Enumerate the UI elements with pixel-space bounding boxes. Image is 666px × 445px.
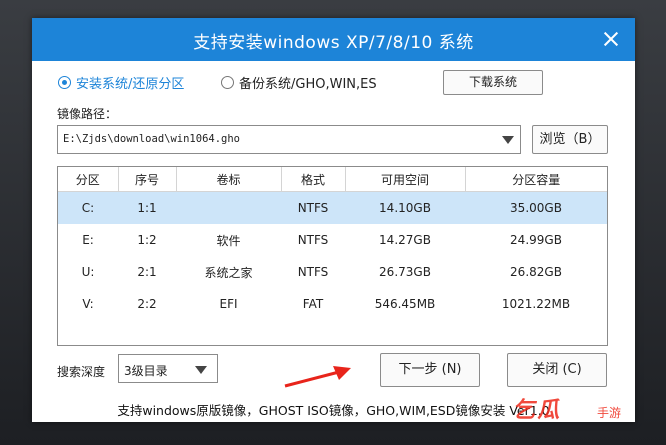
cell-drive: V: (82, 297, 94, 311)
cell-fs: NTFS (297, 233, 329, 247)
radio-backup-label: 备份系统/GHO,WIN,ES (239, 77, 377, 92)
cell-free: 546.45MB (374, 297, 436, 311)
search-depth-label: 搜索深度 (57, 365, 106, 379)
image-path-dropdown[interactable]: E:\Zjds\download\win1064.gho (57, 125, 521, 154)
column-header: 分区容量 (465, 167, 607, 192)
cell-fs: NTFS (297, 265, 329, 279)
title-bar: 支持安装windows XP/7/8/10 系统 (32, 18, 635, 61)
cell-free: 14.27GB (379, 233, 431, 247)
cell-index: 2:2 (137, 297, 157, 311)
image-path-value: E:\Zjds\download\win1064.gho (63, 133, 241, 145)
cell-label: 系统之家 (204, 265, 253, 280)
table-row[interactable]: U: 2:1 系统之家 NTFS 26.73GB 26.82GB (58, 256, 607, 288)
cell-index: 2:1 (137, 265, 157, 279)
window-close-icon[interactable] (603, 31, 619, 47)
table-header-row: 分区 序号 卷标 格式 可用空间 分区容量 (58, 167, 607, 192)
installer-window: 支持安装windows XP/7/8/10 系统 安装系统/还原分区 备份系统/… (32, 18, 635, 422)
window-title: 支持安装windows XP/7/8/10 系统 (193, 33, 474, 53)
table-row[interactable]: E: 1:2 软件 NTFS 14.27GB 24.99GB (58, 224, 607, 256)
image-path-label: 镜像路径： (57, 107, 118, 121)
cell-size: 35.00GB (465, 191, 607, 224)
column-header: 卷标 (176, 167, 282, 192)
download-system-button[interactable]: 下载系统 (443, 70, 543, 95)
radio-checked-icon (58, 76, 71, 89)
radio-install-restore[interactable]: 安装系统/还原分区 (58, 73, 184, 92)
browse-button[interactable]: 浏览（B） (532, 125, 608, 154)
partition-table[interactable]: 分区 序号 卷标 格式 可用空间 分区容量 C: 1:1 NTFS 14.10G… (57, 166, 608, 346)
column-header: 可用空间 (345, 167, 466, 192)
column-header: 序号 (118, 167, 177, 192)
cell-free: 14.10GB (345, 191, 465, 224)
cell-fs: NTFS (281, 191, 345, 224)
cell-label (176, 191, 281, 224)
table-row[interactable]: V: 2:2 EFI FAT 546.45MB 1021.22MB (58, 288, 607, 320)
chevron-down-icon (195, 366, 207, 374)
cell-drive: U: (81, 265, 95, 279)
search-depth-value: 3级目录 (124, 364, 168, 378)
cell-fs: FAT (302, 297, 324, 311)
watermark-sub: 手游 (597, 406, 622, 420)
cell-drive: E: (82, 233, 94, 247)
radio-install-label: 安装系统/还原分区 (76, 77, 185, 92)
search-depth-dropdown[interactable]: 3级目录 (118, 354, 218, 383)
watermark-logo: 乞瓜 (512, 398, 565, 423)
cell-label: EFI (219, 297, 238, 311)
radio-backup[interactable]: 备份系统/GHO,WIN,ES (221, 73, 377, 92)
column-header: 分区 (58, 167, 119, 192)
cell-drive: C: (58, 191, 118, 224)
cell-index: 1:2 (137, 233, 157, 247)
cell-label: 软件 (216, 233, 241, 248)
next-button[interactable]: 下一步 (N) (380, 353, 480, 387)
chevron-down-icon (502, 136, 514, 144)
annotation-arrow-icon (284, 366, 351, 388)
cell-size: 1021.22MB (501, 297, 571, 311)
cell-size: 26.82GB (510, 265, 562, 279)
cell-free: 26.73GB (379, 265, 431, 279)
table-row[interactable]: C: 1:1 NTFS 14.10GB 35.00GB (58, 191, 607, 224)
close-button[interactable]: 关闭 (C) (507, 353, 607, 387)
cell-index: 1:1 (118, 191, 176, 224)
column-header: 格式 (281, 167, 346, 192)
radio-unchecked-icon (221, 76, 234, 89)
cell-size: 24.99GB (510, 233, 562, 247)
